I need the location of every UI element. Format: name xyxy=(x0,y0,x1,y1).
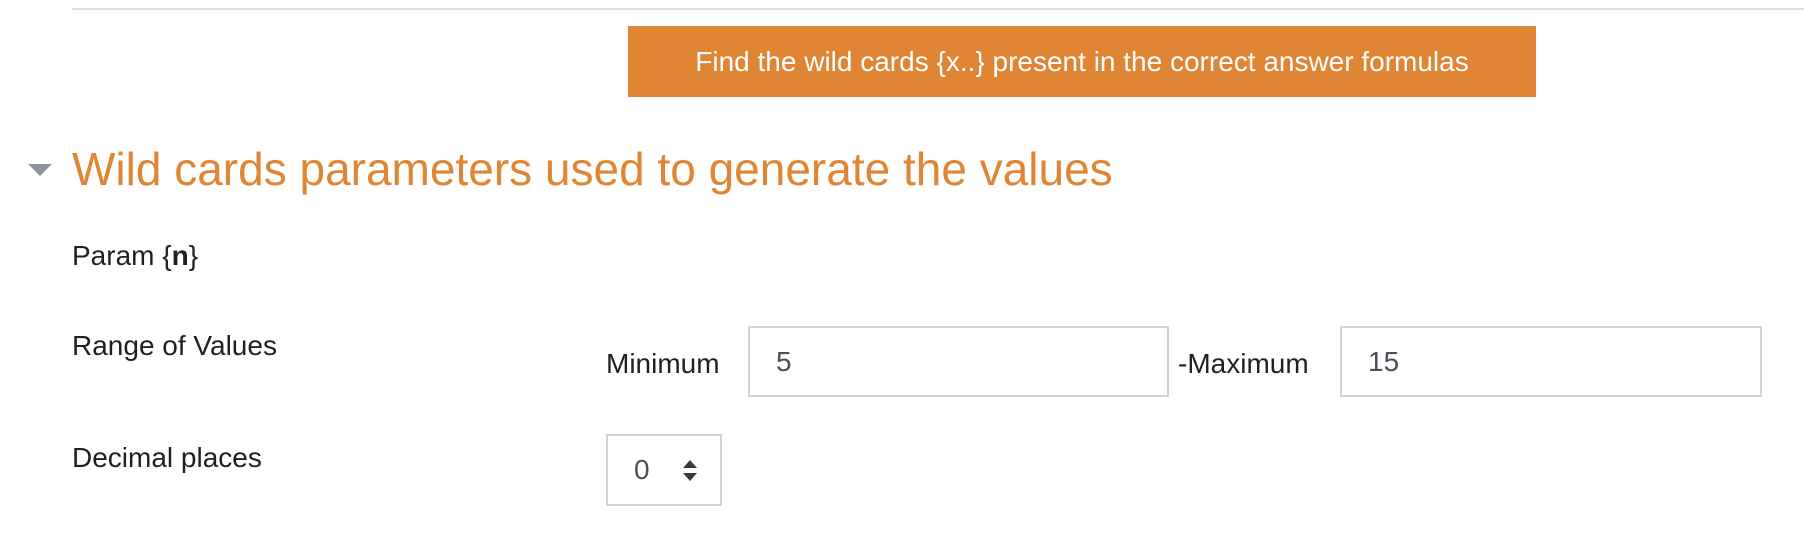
sort-arrows-icon xyxy=(683,460,697,481)
decimal-places-value: 0 xyxy=(634,454,650,485)
find-wildcards-button[interactable]: Find the wild cards {x..} present in the… xyxy=(628,26,1536,97)
minimum-label: Minimum xyxy=(606,348,720,379)
maximum-label: -Maximum xyxy=(1178,348,1309,379)
decimal-places-select[interactable]: 0 xyxy=(606,434,722,506)
param-label: Param {n} xyxy=(72,238,198,274)
param-name: n xyxy=(171,240,189,271)
param-prefix: Param { xyxy=(72,240,172,271)
param-suffix: } xyxy=(188,240,199,271)
minimum-input[interactable] xyxy=(748,326,1169,397)
range-label: Range of Values xyxy=(72,330,277,361)
decimal-places-label: Decimal places xyxy=(72,442,262,473)
maximum-input[interactable] xyxy=(1340,326,1762,397)
caret-down-icon[interactable] xyxy=(26,162,54,178)
section-title[interactable]: Wild cards parameters used to generate t… xyxy=(72,138,1113,200)
top-divider xyxy=(72,8,1804,10)
